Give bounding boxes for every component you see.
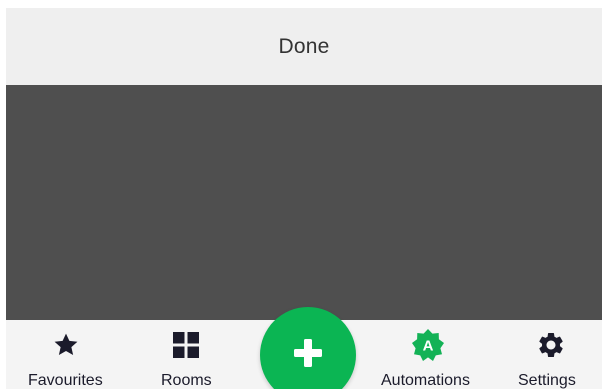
plus-icon (292, 337, 324, 374)
nav-item-automations[interactable]: A Automations (376, 320, 476, 389)
header-bar: Done (6, 8, 602, 85)
nav-label-automations: Automations (381, 372, 470, 389)
automation-badge-icon: A (411, 328, 445, 362)
nav-label-settings: Settings (518, 372, 576, 389)
star-icon (51, 330, 81, 360)
nav-item-settings[interactable]: Settings (512, 320, 592, 389)
grid-icon (171, 330, 201, 360)
add-button[interactable] (260, 307, 356, 389)
nav-item-favourites[interactable]: Favourites (16, 320, 116, 389)
automation-badge-letter: A (423, 338, 434, 355)
done-button[interactable]: Done (278, 35, 329, 59)
add-button-wrap (260, 307, 356, 389)
gear-icon (536, 330, 566, 360)
app-screen: Done Favourites Rooms A Automations Sett… (6, 8, 602, 389)
nav-item-rooms[interactable]: Rooms (146, 320, 226, 389)
nav-label-favourites: Favourites (28, 372, 103, 389)
nav-label-rooms: Rooms (161, 372, 212, 389)
content-overlay (6, 85, 602, 320)
